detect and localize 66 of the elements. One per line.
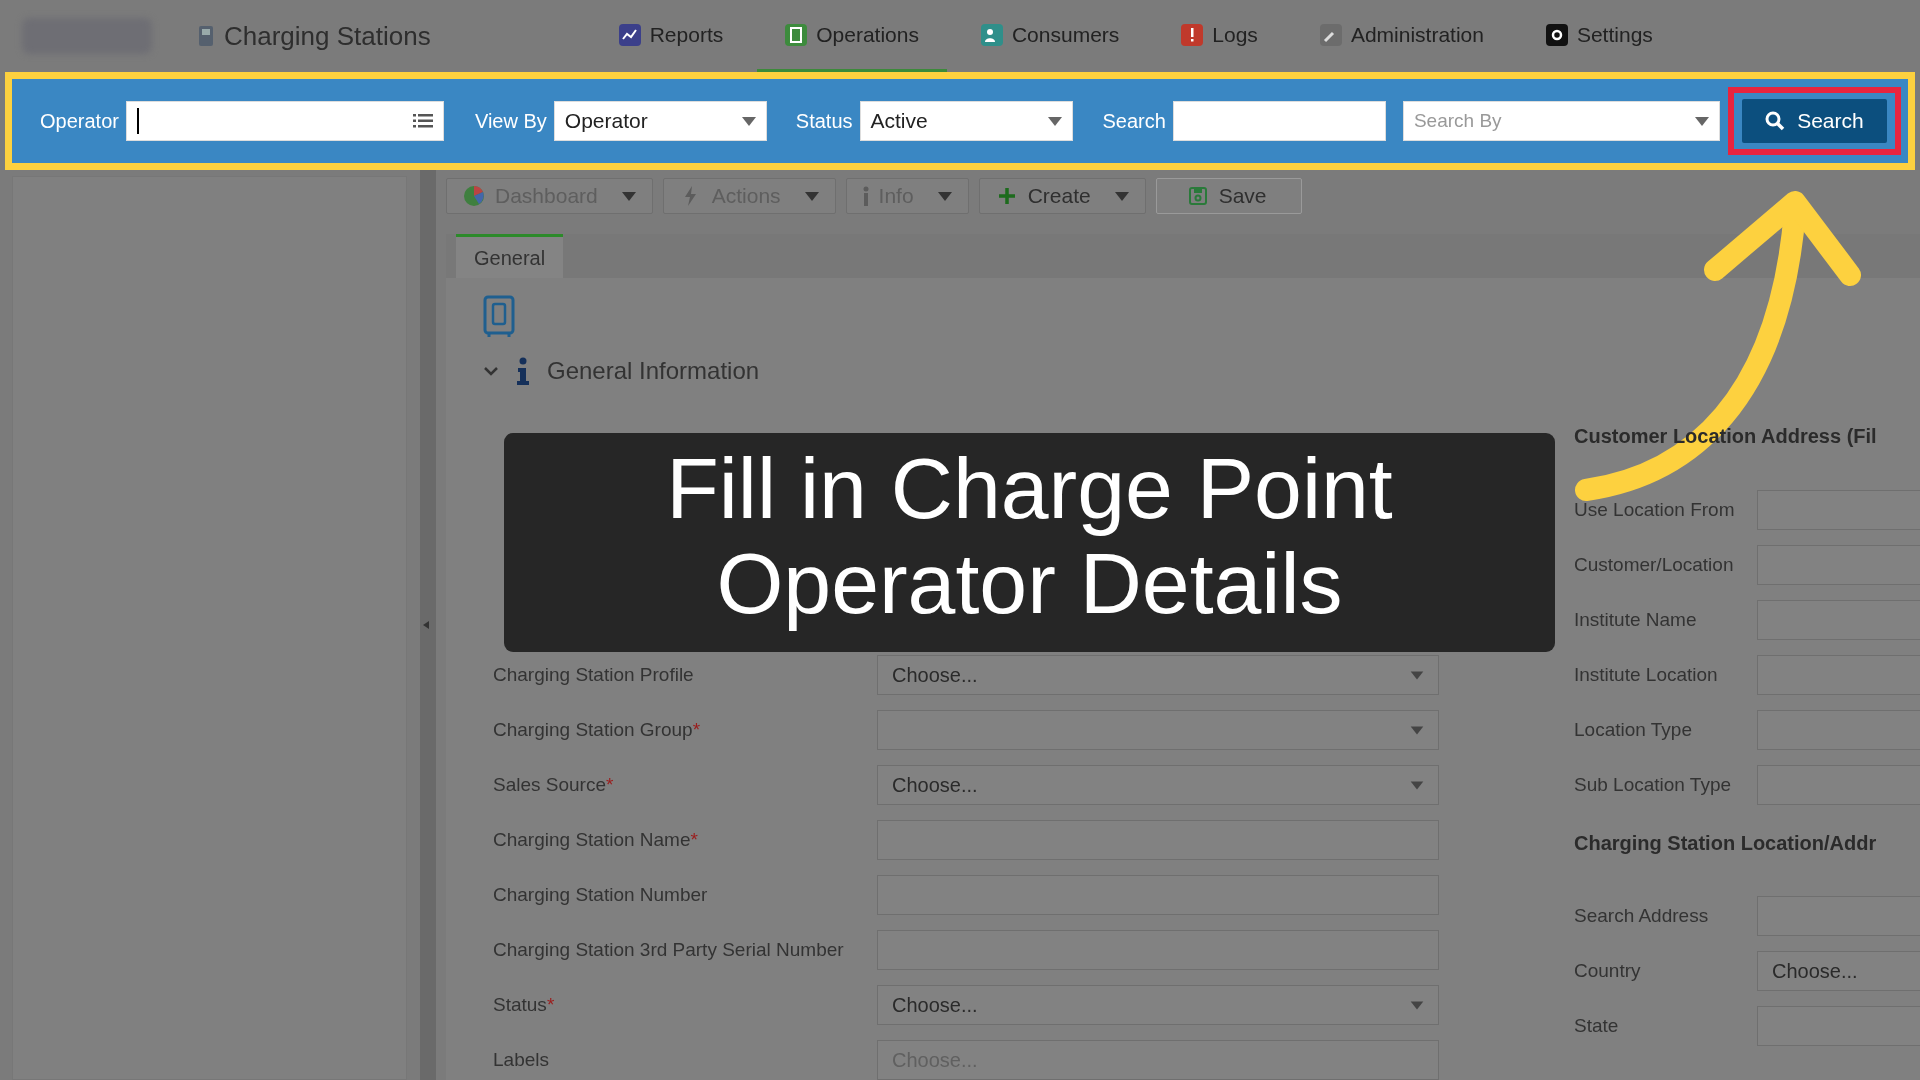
view-by-select[interactable]: Operator <box>553 101 767 141</box>
select-field[interactable]: Choose... <box>877 985 1439 1025</box>
field-label: Country <box>1574 958 1642 983</box>
field-label: Charging Station Name* <box>493 827 699 852</box>
view-by-label: View By <box>474 109 547 134</box>
list-icon[interactable] <box>412 113 433 129</box>
save-icon <box>1186 185 1209 208</box>
search-label: Search <box>1102 109 1166 134</box>
splitter[interactable] <box>420 170 436 1080</box>
tab[interactable]: General <box>456 234 564 278</box>
operator-label: Operator <box>40 109 119 134</box>
status-label: Status <box>795 109 853 134</box>
field-label: Charging Station 3rd Party Serial Number <box>493 937 845 962</box>
toolbar-button[interactable]: Create <box>978 178 1146 215</box>
field-label: Institute Location <box>1574 662 1719 687</box>
pie-chart-icon <box>463 185 485 208</box>
select-field[interactable] <box>877 710 1439 750</box>
search-by-select[interactable]: Search By <box>1402 101 1720 141</box>
nav-tab[interactable]: Logs <box>1153 0 1286 72</box>
section-title: General Information <box>547 356 760 386</box>
field-label: Status* <box>493 992 556 1017</box>
search-field[interactable] <box>1172 101 1386 141</box>
caret-icon <box>1410 725 1424 735</box>
search-button[interactable]: Search <box>1741 99 1887 143</box>
people-icon <box>980 23 1003 46</box>
nav-tab[interactable]: Settings <box>1517 0 1681 72</box>
caption-text: Fill in Charge Point Operator Details <box>504 433 1555 652</box>
station-icon <box>198 25 214 47</box>
field-label: Charging Station Group* <box>493 717 702 742</box>
status-select[interactable]: Active <box>859 101 1073 141</box>
search-icon <box>1765 111 1786 131</box>
toolbar-button[interactable]: Save <box>1155 178 1302 215</box>
field-label: State <box>1574 1013 1620 1038</box>
app-title: Charging Stations <box>224 19 431 53</box>
field-label: Use Location From <box>1574 497 1736 522</box>
wrench-icon <box>1319 23 1342 46</box>
collapse-icon[interactable] <box>422 620 430 630</box>
field-label: Labels <box>493 1047 550 1072</box>
info-icon <box>862 185 869 208</box>
field-label: Charging Station Number <box>493 882 709 907</box>
form-heading: Charging Station Location/Addr <box>1574 831 1878 856</box>
caret-icon <box>1410 780 1424 790</box>
gear-icon <box>1545 23 1568 46</box>
field-label: Search Address <box>1574 903 1710 928</box>
select-field[interactable]: Choose... <box>877 655 1439 695</box>
field-label: Institute Name <box>1574 607 1698 632</box>
field-label: Sales Source* <box>493 772 615 797</box>
chart-icon <box>618 23 641 46</box>
chevron-icon[interactable] <box>483 366 499 376</box>
caret-icon <box>1410 670 1424 680</box>
select-field[interactable]: Choose... <box>1757 951 1920 991</box>
caret-icon <box>1410 1000 1424 1010</box>
field-label: Location Type <box>1574 717 1693 742</box>
field-label: Customer/Location <box>1574 552 1735 577</box>
clipboard-icon <box>785 23 808 46</box>
select-field[interactable]: Choose... <box>877 765 1439 805</box>
nav-tab[interactable]: Administration <box>1291 0 1512 72</box>
nav-tab[interactable]: Operations <box>757 0 947 72</box>
field-label: Sub Location Type <box>1574 772 1733 797</box>
nav-tab[interactable]: Reports <box>590 0 752 72</box>
nav-tab[interactable]: Consumers <box>952 0 1148 72</box>
info-icon <box>517 357 529 385</box>
field-label: Charging Station Profile <box>493 662 695 687</box>
alert-icon <box>1181 23 1204 46</box>
document-icon <box>483 295 515 338</box>
operator-field[interactable] <box>125 101 444 141</box>
